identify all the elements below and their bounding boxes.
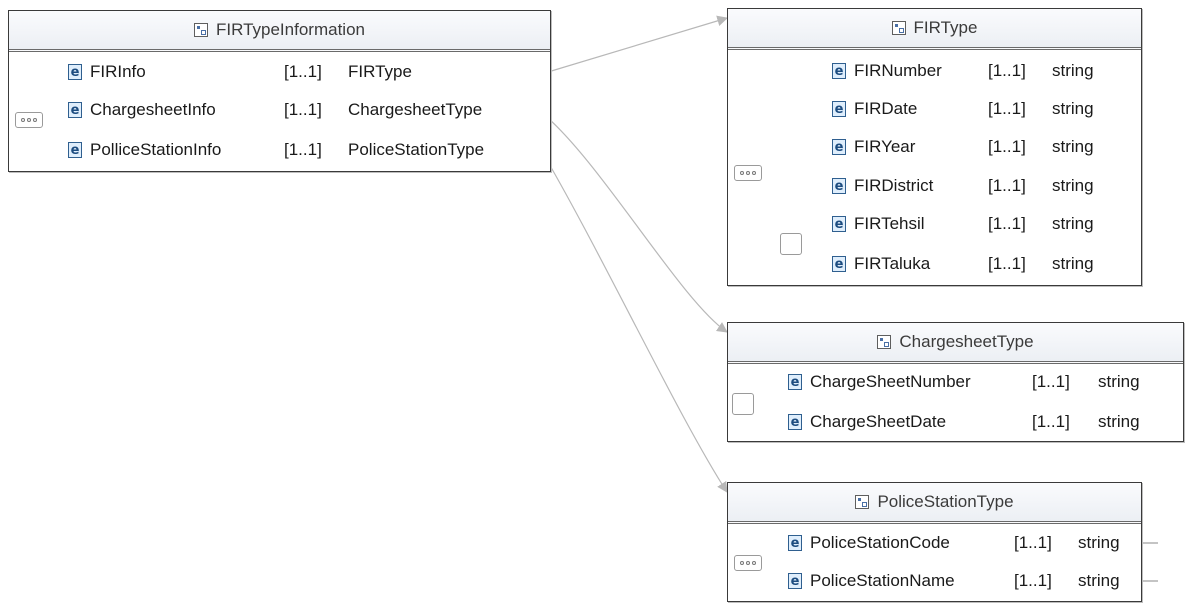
element-name: ChargesheetInfo xyxy=(90,100,216,119)
element-name: PolliceStationInfo xyxy=(90,140,222,159)
element-cardinality: [1..1] xyxy=(284,100,322,119)
element-row-firyear[interactable]: e FIRYear [1..1] string xyxy=(832,134,1112,160)
firtypeinformation-header[interactable]: FIRTypeInformation xyxy=(9,11,550,52)
element-type: string xyxy=(1052,254,1094,273)
element-name: FIRNumber xyxy=(854,61,942,80)
element-icon: e xyxy=(68,64,82,80)
type-reference-arrows xyxy=(540,15,729,493)
complex-type-icon xyxy=(855,495,870,509)
element-icon: e xyxy=(788,573,802,589)
element-row-chargesheetinfo[interactable]: e ChargesheetInfo [1..1] ChargesheetType xyxy=(68,97,518,123)
element-name: FIRTehsil xyxy=(854,214,925,233)
firtype-title: FIRType xyxy=(913,18,978,37)
element-cardinality: [1..1] xyxy=(1032,412,1070,431)
element-name: PoliceStationName xyxy=(810,571,955,590)
element-name: ChargeSheetDate xyxy=(810,412,947,431)
element-cardinality: [1..1] xyxy=(988,61,1026,80)
element-type: string xyxy=(1052,176,1094,195)
element-cardinality: [1..1] xyxy=(988,99,1026,118)
chargesheettype-header[interactable]: ChargesheetType xyxy=(728,323,1183,364)
element-row-firnumber[interactable]: e FIRNumber [1..1] string xyxy=(832,58,1112,84)
element-icon: e xyxy=(68,102,82,118)
element-row-policestationcode[interactable]: e PoliceStationCode [1..1] string xyxy=(788,530,1140,556)
element-type: PoliceStationType xyxy=(348,140,485,159)
firtype-header[interactable]: FIRType xyxy=(728,9,1141,50)
element-type: string xyxy=(1052,61,1094,80)
chargesheettype-title: ChargesheetType xyxy=(899,332,1034,351)
element-icon: e xyxy=(832,256,846,272)
element-name: FIRInfo xyxy=(90,62,146,81)
element-icon: e xyxy=(788,535,802,551)
choice-compositor-icon[interactable] xyxy=(780,233,802,255)
policestationtype-title: PoliceStationType xyxy=(877,492,1014,511)
sequence-compositor-icon[interactable] xyxy=(734,165,762,181)
element-row-policestationname[interactable]: e PoliceStationName [1..1] string xyxy=(788,568,1140,594)
element-row-firtehsil[interactable]: e FIRTehsil [1..1] string xyxy=(832,211,1112,237)
complex-type-icon xyxy=(194,23,208,37)
element-type: ChargesheetType xyxy=(348,100,483,119)
element-type: FIRType xyxy=(348,62,412,81)
element-type: string xyxy=(1052,214,1094,233)
element-row-chargesheetdate[interactable]: e ChargeSheetDate [1..1] string xyxy=(788,409,1154,435)
element-type: string xyxy=(1098,372,1140,391)
element-name: PoliceStationCode xyxy=(810,533,950,552)
element-cardinality: [1..1] xyxy=(988,137,1026,156)
element-type: string xyxy=(1098,412,1140,431)
element-cardinality: [1..1] xyxy=(284,140,322,159)
element-icon: e xyxy=(832,216,846,232)
element-icon: e xyxy=(788,374,802,390)
policestationtype-header[interactable]: PoliceStationType xyxy=(728,483,1141,524)
element-icon: e xyxy=(832,63,846,79)
element-icon: e xyxy=(68,142,82,158)
complex-type-icon xyxy=(877,335,892,349)
element-row-chargesheetnumber[interactable]: e ChargeSheetNumber [1..1] string xyxy=(788,369,1154,395)
element-row-policestationinfo[interactable]: e PolliceStationInfo [1..1] PoliceStatio… xyxy=(68,137,518,163)
element-type: string xyxy=(1052,137,1094,156)
element-icon: e xyxy=(832,139,846,155)
element-cardinality: [1..1] xyxy=(1032,372,1070,391)
element-type: string xyxy=(1078,533,1120,552)
element-row-firdate[interactable]: e FIRDate [1..1] string xyxy=(832,96,1112,122)
complex-type-icon xyxy=(891,21,906,35)
element-row-firdistrict[interactable]: e FIRDistrict [1..1] string xyxy=(832,173,1112,199)
sequence-compositor-icon[interactable] xyxy=(734,555,762,571)
element-icon: e xyxy=(788,414,802,430)
element-cardinality: [1..1] xyxy=(988,214,1026,233)
element-type: string xyxy=(1052,99,1094,118)
element-row-firtaluka[interactable]: e FIRTaluka [1..1] string xyxy=(832,251,1112,277)
element-cardinality: [1..1] xyxy=(1014,533,1052,552)
element-icon: e xyxy=(832,101,846,117)
element-icon: e xyxy=(832,178,846,194)
element-cardinality: [1..1] xyxy=(988,254,1026,273)
element-type: string xyxy=(1078,571,1120,590)
element-name: FIRYear xyxy=(854,137,916,156)
element-name: ChargeSheetNumber xyxy=(810,372,971,391)
element-name: FIRTaluka xyxy=(854,254,931,273)
element-row-firinfo[interactable]: e FIRInfo [1..1] FIRType xyxy=(68,59,518,85)
element-cardinality: [1..1] xyxy=(1014,571,1052,590)
element-cardinality: [1..1] xyxy=(988,176,1026,195)
sequence-compositor-icon[interactable] xyxy=(15,112,43,128)
element-cardinality: [1..1] xyxy=(284,62,322,81)
element-name: FIRDate xyxy=(854,99,918,118)
firtypeinformation-title: FIRTypeInformation xyxy=(216,20,365,39)
element-name: FIRDistrict xyxy=(854,176,934,195)
choice-compositor-icon[interactable] xyxy=(732,393,754,415)
